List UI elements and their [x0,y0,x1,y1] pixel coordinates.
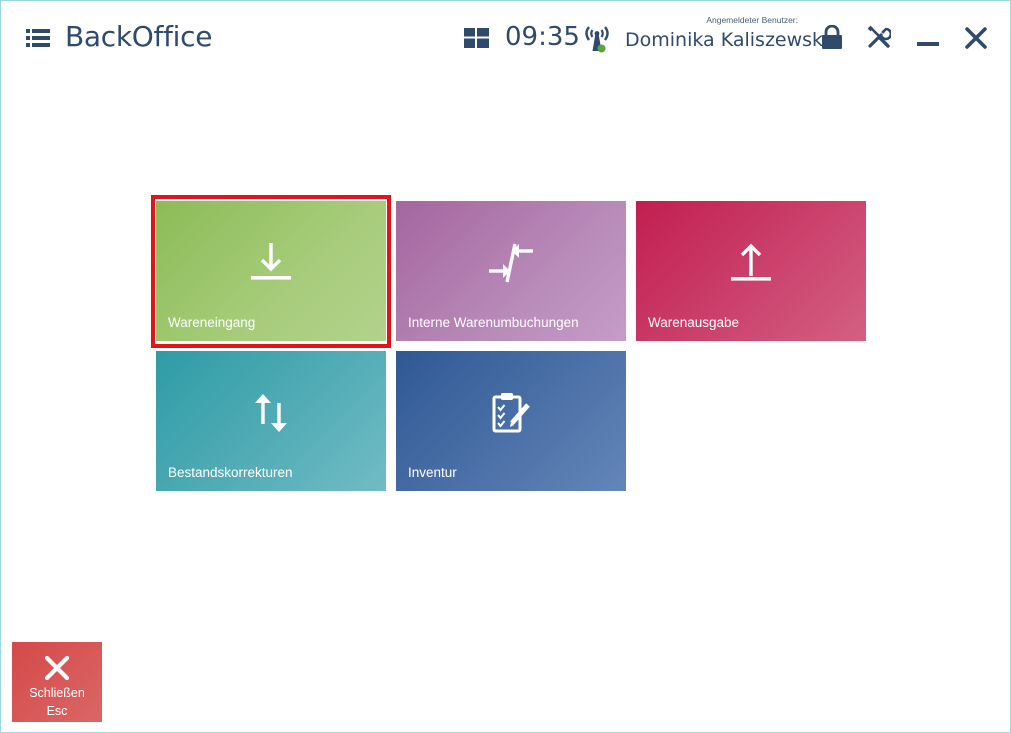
logged-in-user-label: Angemeldeter Benutzer: [706,15,798,25]
tile-wareneingang[interactable]: Wareneingang [156,201,386,341]
close-button-text: Schließen [29,686,85,700]
app-title: BackOffice [65,20,213,53]
close-button-label: Schließen Esc [12,684,102,720]
tile-bestandskorrekturen[interactable]: Bestandskorrekturen [156,351,386,491]
connection-status-icon[interactable] [583,23,611,55]
minimize-icon[interactable] [917,27,939,49]
close-window-icon[interactable] [965,27,987,49]
tile-warenausgabe[interactable]: Warenausgabe [636,201,866,341]
tile-label: Inventur [408,465,457,480]
menu-icon[interactable] [26,28,50,48]
upload-icon [731,243,771,281]
tile-label: Interne Warenumbuchungen [408,315,579,330]
clock: 09:35 [505,22,580,52]
tile-inventur[interactable]: Inventur [396,351,626,491]
tile-label: Warenausgabe [648,315,740,330]
header-bar: BackOffice 09:35 Angemeldeter Benutzer: … [1,1,1010,77]
close-button[interactable]: Schließen Esc [12,642,102,722]
tile-label: Bestandskorrekturen [168,465,293,480]
clipboard-check-icon [492,393,530,433]
close-button-shortcut: Esc [46,704,68,718]
logged-in-user-name: Dominika Kaliszewska [625,29,835,51]
app-window: BackOffice 09:35 Angemeldeter Benutzer: … [0,0,1011,733]
close-icon [45,656,69,680]
up-down-arrows-icon [255,394,287,432]
lock-icon[interactable] [821,25,843,49]
tools-icon[interactable] [867,25,891,49]
tile-label: Wareneingang [168,315,256,330]
tile-interne-warenumbuchungen[interactable]: Interne Warenumbuchungen [396,201,626,341]
windows-icon[interactable] [464,28,489,48]
download-icon [251,243,291,280]
transfer-arrows-icon [489,243,533,283]
